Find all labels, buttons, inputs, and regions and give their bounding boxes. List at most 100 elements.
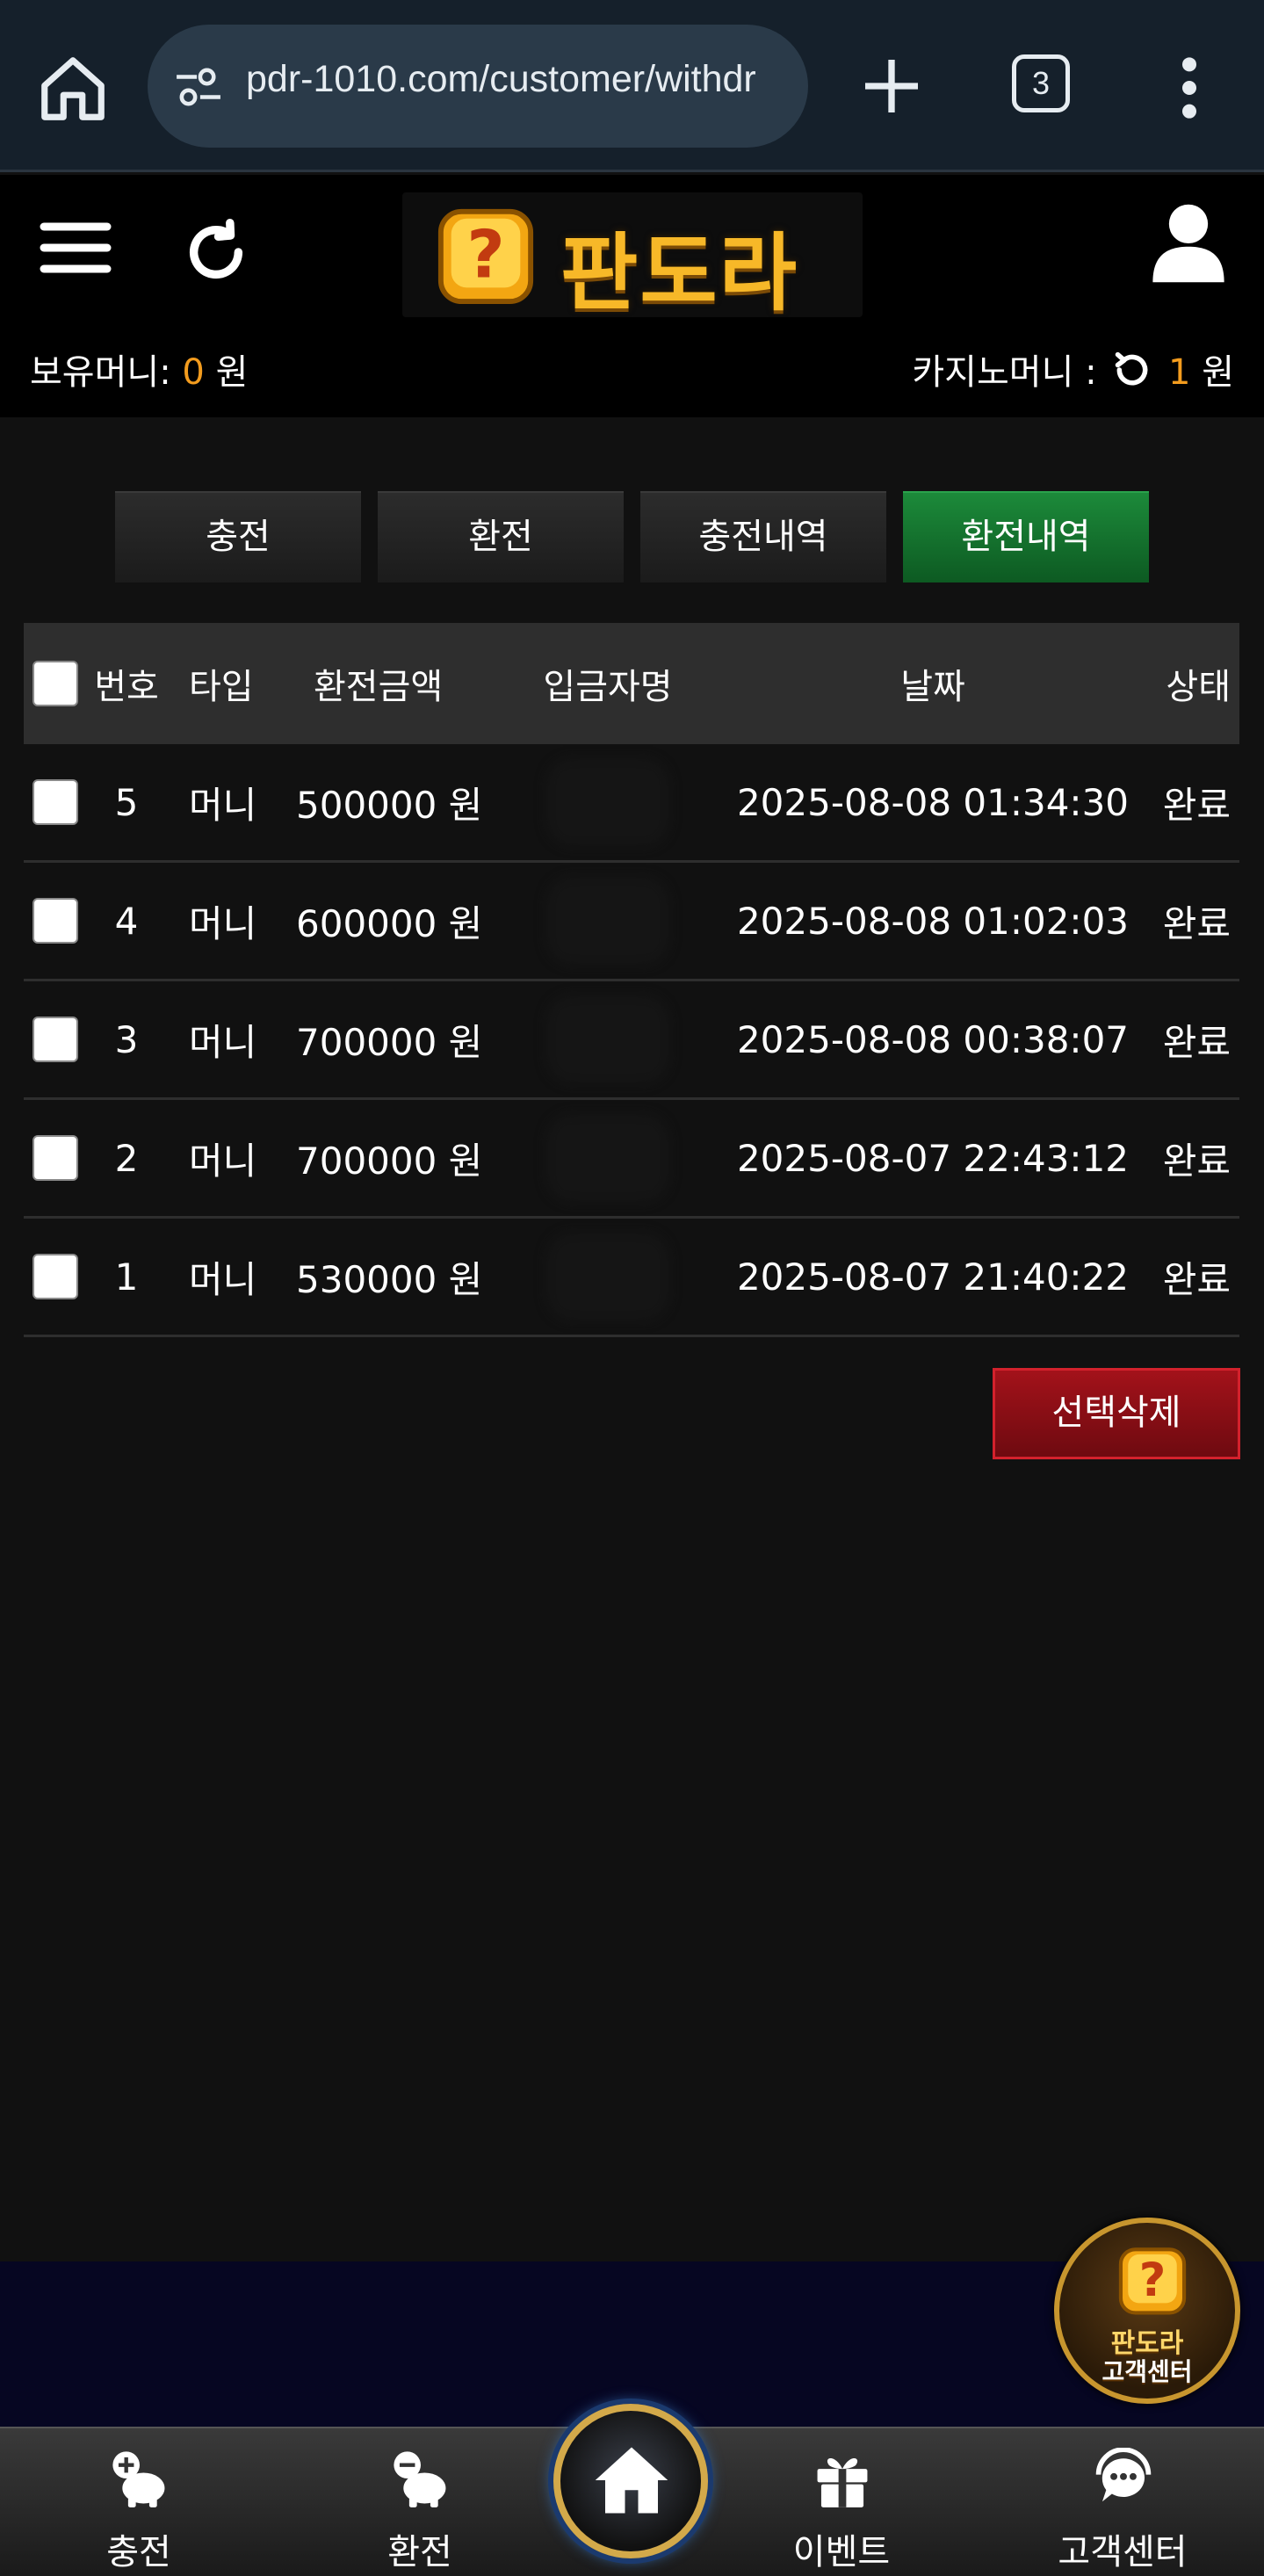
row-checkbox[interactable]: [33, 898, 78, 944]
row-date: 2025-08-07 21:40:22: [736, 1255, 1130, 1299]
header-status: 상태: [1166, 667, 1231, 707]
address-bar[interactable]: pdr-1010.com/customer/withdr: [148, 25, 808, 148]
redacted-name-blur: [546, 1233, 669, 1321]
table-header: 번호 타입 환전금액 입금자명 날짜 상태: [24, 623, 1239, 744]
row-checkbox[interactable]: [33, 1254, 78, 1299]
row-status: 완료: [1162, 1257, 1231, 1301]
header-number: 번호: [94, 667, 159, 707]
tab-charge[interactable]: 충전: [115, 491, 361, 582]
row-type: 머니: [189, 783, 257, 827]
transaction-tabs: 충전 환전 충전내역 환전내역: [115, 491, 1150, 582]
row-number: 3: [114, 1017, 139, 1061]
tab-switcher-button[interactable]: 3: [1012, 54, 1070, 112]
nav-charge-label: 충전: [106, 2532, 171, 2572]
nav-support-label: 고객센터: [1058, 2532, 1188, 2572]
more-menu-icon[interactable]: [1168, 53, 1210, 123]
row-number: 2: [114, 1136, 139, 1180]
redacted-name-blur: [546, 1114, 669, 1202]
redacted-name-blur: [546, 877, 669, 965]
browser-home-icon[interactable]: [35, 51, 111, 127]
refresh-icon[interactable]: [183, 219, 249, 286]
row-status: 완료: [1162, 901, 1231, 945]
nav-exchange-label: 환전: [387, 2532, 452, 2572]
svg-text:?: ?: [1139, 2254, 1166, 2307]
header-depositor: 입금자명: [543, 667, 673, 707]
question-badge-icon: ?: [1118, 2247, 1187, 2315]
menu-icon[interactable]: [39, 217, 112, 279]
site-logo[interactable]: ? 판도라: [402, 192, 863, 322]
row-type: 머니: [189, 901, 257, 945]
row-date: 2025-08-07 22:43:12: [736, 1136, 1130, 1180]
select-all-cell: [33, 623, 78, 744]
row-amount: 530000 원: [296, 1257, 483, 1301]
row-number: 1: [114, 1255, 139, 1299]
casino-money-unit: 원: [1202, 352, 1234, 393]
site-header: ? 판도라 보유머니: 0 원 카지노머니 : 1 원: [0, 175, 1264, 417]
row-checkbox-cell: [33, 744, 78, 860]
new-tab-icon[interactable]: [856, 51, 927, 121]
row-checkbox-cell: [33, 1219, 78, 1335]
header-type: 타입: [189, 667, 254, 707]
delete-selected-button[interactable]: 선택삭제: [993, 1368, 1240, 1459]
nav-event[interactable]: 이벤트: [754, 2428, 929, 2576]
table-row: 3 머니 700000 원 2025-08-08 00:38:07 완료: [24, 981, 1239, 1100]
logo-question-badge-icon: ?: [437, 208, 534, 305]
nav-charge[interactable]: 충전: [51, 2428, 227, 2576]
casino-refresh-icon[interactable]: [1113, 351, 1152, 389]
svg-text:?: ?: [466, 217, 504, 293]
row-status: 완료: [1162, 783, 1231, 827]
row-checkbox-cell: [33, 863, 78, 979]
table-row: 4 머니 600000 원 2025-08-08 01:02:03 완료: [24, 863, 1239, 981]
home-icon: [595, 2447, 668, 2514]
row-checkbox[interactable]: [33, 1135, 78, 1181]
select-all-checkbox[interactable]: [33, 661, 78, 706]
tab-exchange-history[interactable]: 환전내역: [903, 491, 1149, 582]
casino-money-label: 카지노머니 :: [912, 352, 1097, 393]
site-settings-icon[interactable]: [172, 67, 225, 107]
table-row: 5 머니 500000 원 2025-08-08 01:34:30 완료: [24, 744, 1239, 863]
row-date: 2025-08-08 01:02:03: [736, 899, 1130, 943]
row-number: 4: [114, 899, 139, 943]
url-text: pdr-1010.com/customer/withdr: [246, 58, 756, 100]
row-depositor-redacted: [516, 981, 700, 1097]
logo-text: 판도라: [560, 224, 798, 322]
row-amount: 700000 원: [296, 1139, 483, 1183]
row-checkbox-cell: [33, 1100, 78, 1216]
row-amount: 500000 원: [296, 783, 483, 827]
table-row: 2 머니 700000 원 2025-08-07 22:43:12 완료: [24, 1100, 1239, 1219]
nav-event-label: 이벤트: [792, 2532, 891, 2572]
held-money: 보유머니: 0 원: [30, 344, 248, 394]
chat-support-icon: [1095, 2448, 1152, 2502]
piggy-plus-icon: [112, 2451, 165, 2507]
nav-support[interactable]: 고객센터: [1035, 2428, 1210, 2576]
customer-center-floating-button[interactable]: ? 판도라 고객센터: [1054, 2218, 1240, 2404]
cs-badge-label: 고객센터: [1101, 2357, 1193, 2386]
row-type: 머니: [189, 1139, 257, 1183]
row-type: 머니: [189, 1020, 257, 1064]
row-number: 5: [114, 780, 139, 824]
redacted-name-blur: [546, 995, 669, 1083]
header-amount: 환전금액: [314, 667, 444, 707]
browser-toolbar: pdr-1010.com/customer/withdr 3: [0, 0, 1264, 172]
nav-exchange[interactable]: 환전: [332, 2428, 508, 2576]
row-status: 완료: [1162, 1020, 1231, 1064]
row-status: 완료: [1162, 1139, 1231, 1183]
row-depositor-redacted: [516, 744, 700, 860]
row-type: 머니: [189, 1257, 257, 1301]
row-depositor-redacted: [516, 1100, 700, 1216]
row-depositor-redacted: [516, 863, 700, 979]
held-money-label: 보유머니:: [30, 352, 171, 393]
nav-home-button[interactable]: [553, 2404, 708, 2558]
tab-charge-history[interactable]: 충전내역: [640, 491, 886, 582]
exchange-history-table: 번호 타입 환전금액 입금자명 날짜 상태 5 머니 500000 원 2025…: [24, 623, 1239, 1337]
tab-exchange[interactable]: 환전: [378, 491, 624, 582]
casino-money: 카지노머니 : 1 원: [912, 344, 1234, 394]
user-account-icon[interactable]: [1149, 201, 1228, 286]
row-depositor-redacted: [516, 1219, 700, 1335]
redacted-name-blur: [546, 758, 669, 846]
row-amount: 600000 원: [296, 901, 483, 945]
casino-money-value: 1: [1168, 352, 1191, 393]
row-checkbox[interactable]: [33, 1017, 78, 1062]
held-money-value: 0: [182, 352, 205, 393]
row-checkbox[interactable]: [33, 779, 78, 825]
